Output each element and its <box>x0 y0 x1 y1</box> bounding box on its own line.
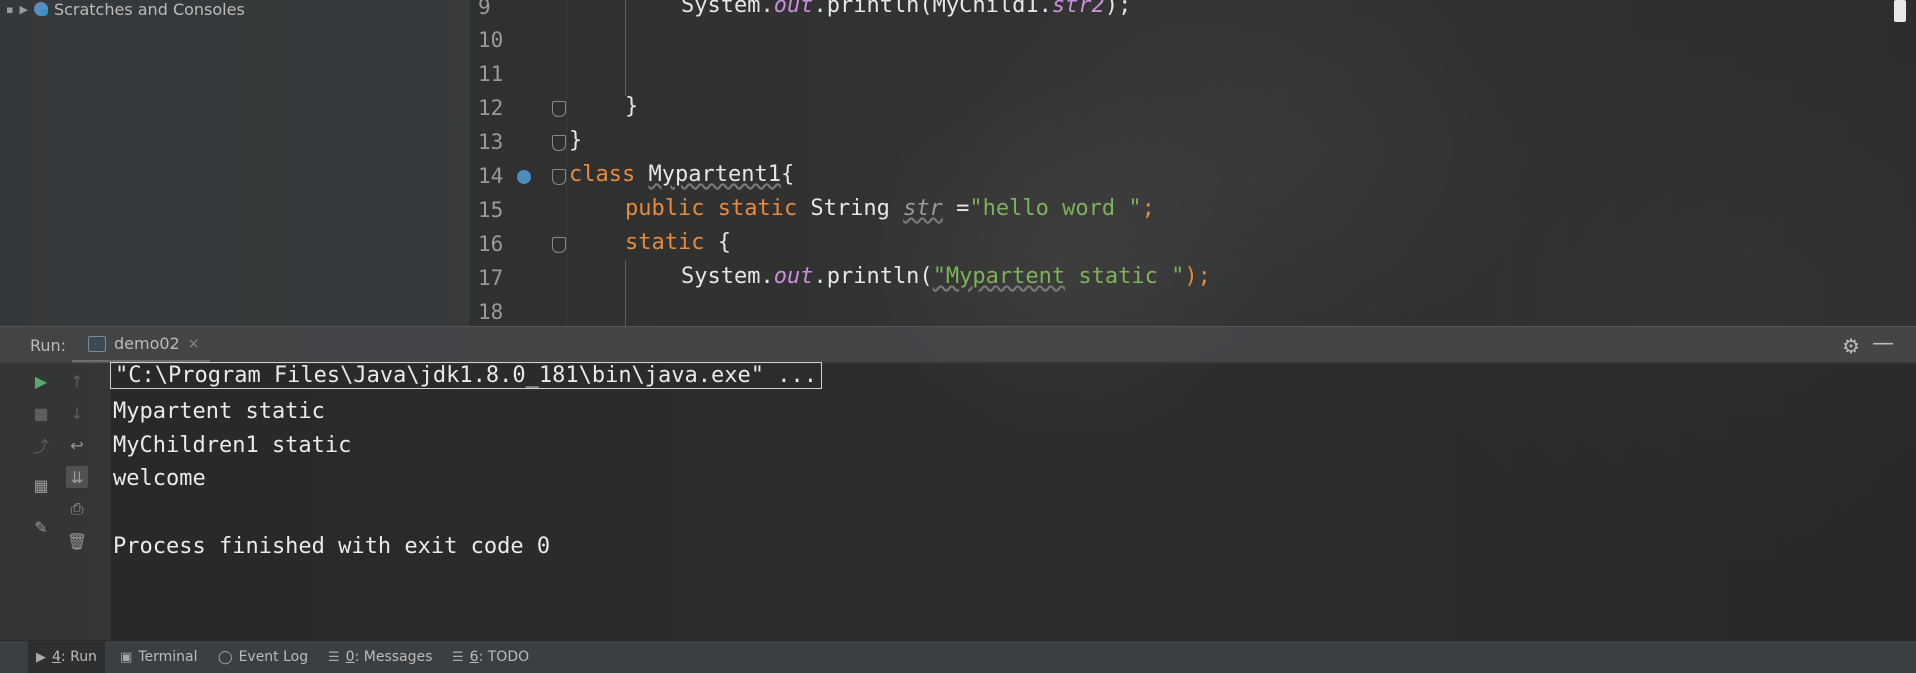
up-arrow-icon[interactable]: ↑ <box>66 370 88 392</box>
restore-layout-icon[interactable]: ⤴ <box>30 434 52 456</box>
close-icon[interactable]: × <box>188 336 200 352</box>
code-line-17: System.out.println("Mypartent static "); <box>681 264 1211 289</box>
run-tab-demo02[interactable]: demo02 × <box>72 327 210 363</box>
console-line: welcome <box>113 466 206 491</box>
terminal-icon: ▣ <box>120 649 133 665</box>
line-number: 17 <box>478 266 504 290</box>
code-token: class <box>569 162 636 187</box>
fold-marker-icon[interactable] <box>552 237 566 253</box>
code-editor[interactable]: 9 10 11 12 13 14 15 16 17 18 System.out.… <box>470 0 1916 326</box>
todo-icon: ☰ <box>452 649 464 665</box>
code-token: .println(MyChild1. <box>813 0 1052 18</box>
tool-window-run[interactable]: ▶ 4: Run <box>28 641 105 673</box>
tool-window-label: Terminal <box>138 649 198 665</box>
console-output[interactable]: "C:\Program Files\Java\jdk1.8.0_181\bin\… <box>110 362 1916 640</box>
code-token: out <box>773 0 814 18</box>
fold-marker-icon[interactable] <box>552 135 566 151</box>
project-panel: ▪ ▶ Scratches and Consoles <box>0 0 470 326</box>
code-token: static <box>625 230 705 255</box>
code-token: ); <box>1104 0 1132 18</box>
line-number: 13 <box>478 130 504 154</box>
grid-icon: ▪ <box>6 2 14 16</box>
code-token: static " <box>1065 264 1185 289</box>
line-number: 9 <box>478 0 491 19</box>
scroll-to-end-icon[interactable]: ⇊ <box>66 466 88 488</box>
editor-gutter: 9 10 11 12 13 14 15 16 17 18 <box>470 0 567 326</box>
fold-marker-icon[interactable] <box>552 169 566 185</box>
play-icon: ▶ <box>36 649 46 665</box>
tool-window-event-log[interactable]: ◯ Event Log <box>210 641 316 673</box>
code-token: ; <box>1141 196 1155 221</box>
code-token: public static <box>625 196 798 221</box>
tool-window-bar: ▶ 4: Run ▣ Terminal ◯ Event Log ☰ 0: Mes… <box>0 640 1916 673</box>
tree-item-label: Scratches and Consoles <box>53 0 245 19</box>
code-token: ); <box>1184 264 1211 289</box>
trash-icon[interactable]: 🗑 <box>66 530 88 552</box>
line-number: 15 <box>478 198 504 222</box>
run-window-header: Run: demo02 × ⚙ — <box>0 326 1916 364</box>
rerun-icon[interactable]: ▶ <box>30 370 52 392</box>
minimize-icon[interactable]: — <box>1872 331 1894 356</box>
tool-window-label: 4: Run <box>52 649 97 665</box>
print-icon[interactable]: ⎙ <box>66 498 88 520</box>
messages-icon: ☰ <box>328 649 340 665</box>
indent-guide <box>625 0 626 96</box>
run-window-label: Run: <box>30 336 67 355</box>
gear-icon[interactable]: ⚙ <box>1842 334 1860 358</box>
code-token: str <box>903 196 943 221</box>
code-token: String <box>797 196 904 221</box>
code-token: System. <box>681 264 774 289</box>
event-log-icon: ◯ <box>218 649 233 665</box>
run-config-icon <box>88 335 106 352</box>
expand-arrow-icon[interactable]: ▶ <box>19 3 27 16</box>
tree-item-scratches[interactable]: ▪ ▶ Scratches and Consoles <box>6 0 245 19</box>
implemented-by-icon[interactable] <box>517 170 531 184</box>
code-token: System. <box>681 0 774 18</box>
tool-window-messages[interactable]: ☰ 0: Messages <box>320 641 440 673</box>
code-token: Mypartent1 <box>648 162 781 187</box>
console-line: Mypartent static <box>113 399 325 424</box>
code-line-14: class Mypartent1{ <box>569 162 794 187</box>
line-number: 12 <box>478 96 504 120</box>
code-token: = <box>942 196 970 221</box>
line-number: 11 <box>478 62 504 86</box>
code-line-13: } <box>569 128 583 153</box>
tool-window-terminal[interactable]: ▣ Terminal <box>112 641 205 673</box>
tool-window-label: 0: Messages <box>345 649 433 665</box>
soft-wrap-icon[interactable]: ↩ <box>66 434 88 456</box>
console-line: Process finished with exit code 0 <box>113 534 551 559</box>
pin-icon[interactable]: ✎ <box>30 516 52 538</box>
tool-window-label: Event Log <box>238 649 309 665</box>
indent-guide <box>625 260 626 326</box>
tool-window-todo[interactable]: ☰ 6: TODO <box>444 641 537 673</box>
scratches-icon <box>33 2 48 16</box>
editor-scrollbar-thumb[interactable] <box>1894 0 1906 22</box>
code-token: str2 <box>1051 0 1105 18</box>
code-line-9: System.out.println(MyChild1.str2); <box>681 0 1131 18</box>
run-toolbar: ▶ ↑ ■ ↓ ⤴ ↩ ⇊ ▦ ⎙ ✎ 🗑 <box>0 362 111 640</box>
layout-icon[interactable]: ▦ <box>30 474 52 496</box>
code-token: { <box>704 230 731 255</box>
run-tab-label: demo02 <box>114 334 180 353</box>
code-token: "Mypartent <box>932 264 1066 289</box>
line-number: 16 <box>478 232 504 256</box>
line-number: 18 <box>478 300 504 324</box>
console-command-line[interactable]: "C:\Program Files\Java\jdk1.8.0_181\bin\… <box>110 362 822 389</box>
code-token: .println( <box>813 264 933 289</box>
stop-icon[interactable]: ■ <box>30 402 52 424</box>
line-number: 10 <box>478 28 504 52</box>
fold-marker-icon[interactable] <box>552 101 566 117</box>
code-token: { <box>780 162 795 187</box>
code-line-16: static { <box>625 230 731 255</box>
code-token: "hello word " <box>969 196 1142 221</box>
code-token: out <box>773 264 814 289</box>
tool-window-label: 6: TODO <box>469 649 530 665</box>
code-line-15: public static String str ="hello word "; <box>625 196 1155 221</box>
console-line: MyChildren1 static <box>113 433 352 458</box>
code-line-12: } <box>625 94 639 119</box>
down-arrow-icon[interactable]: ↓ <box>66 402 88 424</box>
